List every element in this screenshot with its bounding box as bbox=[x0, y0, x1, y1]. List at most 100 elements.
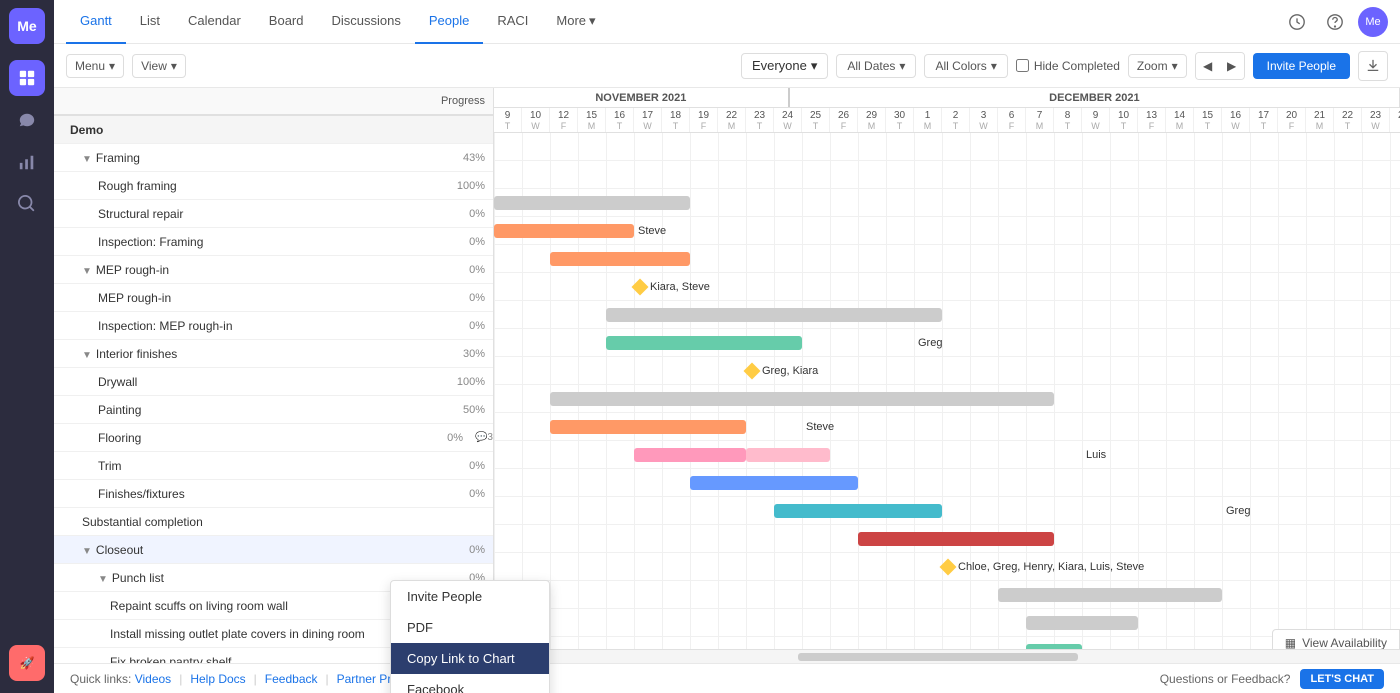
help-icon[interactable] bbox=[1320, 7, 1350, 37]
task-row-trim[interactable]: Trim 0% bbox=[54, 452, 493, 480]
sidebar-icon-grid[interactable] bbox=[9, 60, 45, 96]
gantt-row[interactable] bbox=[494, 161, 1400, 189]
gantt-row[interactable] bbox=[494, 609, 1400, 637]
hide-completed-toggle[interactable]: Hide Completed bbox=[1016, 59, 1120, 73]
menu-item-pdf[interactable]: PDF bbox=[391, 612, 549, 643]
nav-tab-discussions[interactable]: Discussions bbox=[318, 0, 415, 44]
zoom-controls: ◀ ▶ bbox=[1195, 52, 1245, 80]
gantt-row[interactable] bbox=[494, 301, 1400, 329]
sidebar-icon-rocket[interactable]: 🚀 bbox=[9, 645, 45, 681]
bar-label: Steve bbox=[638, 225, 666, 237]
sep3: | bbox=[326, 672, 329, 686]
menu-item-invite[interactable]: Invite People bbox=[391, 581, 549, 612]
task-row-rough-framing[interactable]: Rough framing 100% bbox=[54, 172, 493, 200]
task-row-interior[interactable]: ▼Interior finishes 30% bbox=[54, 340, 493, 368]
view-button[interactable]: View ▾ bbox=[132, 54, 186, 78]
task-row-mep-group[interactable]: ▼MEP rough-in 0% bbox=[54, 256, 493, 284]
menu-item-facebook[interactable]: Facebook bbox=[391, 674, 549, 693]
zoom-out-button[interactable]: ▶ bbox=[1220, 53, 1244, 79]
gantt-area[interactable]: NOVEMBER 2021 DECEMBER 2021 9T10W12F15M1… bbox=[494, 88, 1400, 663]
footer-link-help[interactable]: Help Docs bbox=[190, 672, 245, 686]
gantt-row[interactable]: Steve bbox=[494, 217, 1400, 245]
gantt-bar[interactable] bbox=[774, 504, 942, 518]
gantt-rows: SteveKiara, SteveGregGreg, KiaraSteveLui… bbox=[494, 133, 1400, 663]
clock-icon[interactable] bbox=[1282, 7, 1312, 37]
gantt-bar[interactable] bbox=[1026, 616, 1138, 630]
task-row-demo[interactable]: Demo bbox=[54, 116, 493, 144]
gantt-bar[interactable] bbox=[998, 588, 1222, 602]
task-row-inspection-framing[interactable]: Inspection: Framing 0% bbox=[54, 228, 493, 256]
day-cell: 15M bbox=[578, 108, 606, 132]
framing-progress: 43% bbox=[423, 152, 493, 164]
nav-tab-people[interactable]: People bbox=[415, 0, 483, 44]
gantt-row[interactable]: Greg bbox=[494, 497, 1400, 525]
horizontal-scrollbar[interactable] bbox=[494, 649, 1400, 663]
quick-links-label: Quick links: bbox=[70, 672, 131, 686]
menu-item-copy-link[interactable]: Copy Link to Chart bbox=[391, 643, 549, 674]
user-avatar[interactable]: Me bbox=[1358, 7, 1388, 37]
gantt-row[interactable]: Greg bbox=[494, 329, 1400, 357]
sidebar-icon-chat[interactable] bbox=[9, 102, 45, 138]
nav-tab-raci[interactable]: RACI bbox=[483, 0, 542, 44]
gantt-row[interactable]: Steve bbox=[494, 413, 1400, 441]
task-row-drywall[interactable]: Drywall 100% bbox=[54, 368, 493, 396]
gantt-bar[interactable] bbox=[550, 252, 690, 266]
gantt-bar[interactable] bbox=[690, 476, 858, 490]
nav-tab-calendar[interactable]: Calendar bbox=[174, 0, 255, 44]
gantt-row[interactable] bbox=[494, 245, 1400, 273]
task-row-painting[interactable]: Painting 50% bbox=[54, 396, 493, 424]
task-row-closeout-group[interactable]: ▼Closeout 0% bbox=[54, 536, 493, 564]
gantt-bar[interactable] bbox=[634, 448, 746, 462]
gantt-bar[interactable] bbox=[550, 420, 746, 434]
menu-button[interactable]: Menu ▾ bbox=[66, 54, 124, 78]
all-dates-filter[interactable]: All Dates ▾ bbox=[836, 54, 916, 78]
nav-tab-gantt[interactable]: Gantt bbox=[66, 0, 126, 44]
gantt-bar[interactable] bbox=[550, 392, 1054, 406]
nav-tab-more[interactable]: More ▾ bbox=[542, 0, 609, 44]
bar-label: Greg bbox=[1226, 505, 1250, 517]
gantt-row[interactable]: Chloe, Greg, Henry, Kiara, Luis, Steve bbox=[494, 553, 1400, 581]
sidebar-icon-analytics[interactable] bbox=[9, 144, 45, 180]
gantt-bar[interactable] bbox=[858, 532, 1054, 546]
gantt-bar[interactable] bbox=[494, 196, 690, 210]
export-button[interactable] bbox=[1358, 51, 1388, 81]
task-row-flooring[interactable]: Flooring 0% 💬3 bbox=[54, 424, 493, 452]
task-row-inspection-mep[interactable]: Inspection: MEP rough-in 0% bbox=[54, 312, 493, 340]
scroll-thumb[interactable] bbox=[798, 653, 1078, 661]
lets-chat-button[interactable]: LET'S CHAT bbox=[1300, 669, 1384, 689]
sidebar-icon-search[interactable] bbox=[9, 186, 45, 222]
task-row-framing[interactable]: ▼Framing 43% bbox=[54, 144, 493, 172]
gantt-bar[interactable] bbox=[606, 336, 802, 350]
all-colors-filter[interactable]: All Colors ▾ bbox=[924, 54, 1007, 78]
footer-link-feedback[interactable]: Feedback bbox=[265, 672, 318, 686]
gantt-row[interactable]: Luis bbox=[494, 441, 1400, 469]
gantt-row[interactable]: Greg, Kiara bbox=[494, 357, 1400, 385]
everyone-filter[interactable]: Everyone ▾ bbox=[741, 53, 828, 79]
hide-completed-checkbox[interactable] bbox=[1016, 59, 1029, 72]
task-row-finishes[interactable]: Finishes/fixtures 0% bbox=[54, 480, 493, 508]
task-list: Progress Demo ▼Framing 43% Rough framing… bbox=[54, 88, 494, 663]
main-content: Progress Demo ▼Framing 43% Rough framing… bbox=[54, 88, 1400, 663]
gantt-bar[interactable] bbox=[746, 448, 830, 462]
gantt-bar[interactable] bbox=[494, 224, 634, 238]
invite-people-button[interactable]: Invite People bbox=[1253, 53, 1350, 79]
zoom-in-button[interactable]: ◀ bbox=[1196, 53, 1220, 79]
task-row-mep[interactable]: MEP rough-in 0% bbox=[54, 284, 493, 312]
nav-tab-list[interactable]: List bbox=[126, 0, 174, 44]
nav-tab-board[interactable]: Board bbox=[255, 0, 318, 44]
gantt-row[interactable] bbox=[494, 189, 1400, 217]
gantt-row[interactable]: Chloe bbox=[494, 525, 1400, 553]
gantt-row[interactable]: Kiara, Steve bbox=[494, 273, 1400, 301]
day-cell: 16W bbox=[1222, 108, 1250, 132]
footer-link-videos[interactable]: Videos bbox=[135, 672, 171, 686]
zoom-button[interactable]: Zoom ▾ bbox=[1128, 54, 1187, 78]
task-row-structural-repair[interactable]: Structural repair 0% bbox=[54, 200, 493, 228]
gantt-row[interactable] bbox=[494, 133, 1400, 161]
gantt-bar[interactable] bbox=[606, 308, 942, 322]
gantt-row[interactable] bbox=[494, 469, 1400, 497]
app-logo[interactable]: Me bbox=[9, 8, 45, 44]
gantt-row[interactable] bbox=[494, 385, 1400, 413]
task-row-substantial[interactable]: Substantial completion bbox=[54, 508, 493, 536]
december-label: DECEMBER 2021 bbox=[790, 88, 1400, 107]
gantt-row[interactable] bbox=[494, 581, 1400, 609]
